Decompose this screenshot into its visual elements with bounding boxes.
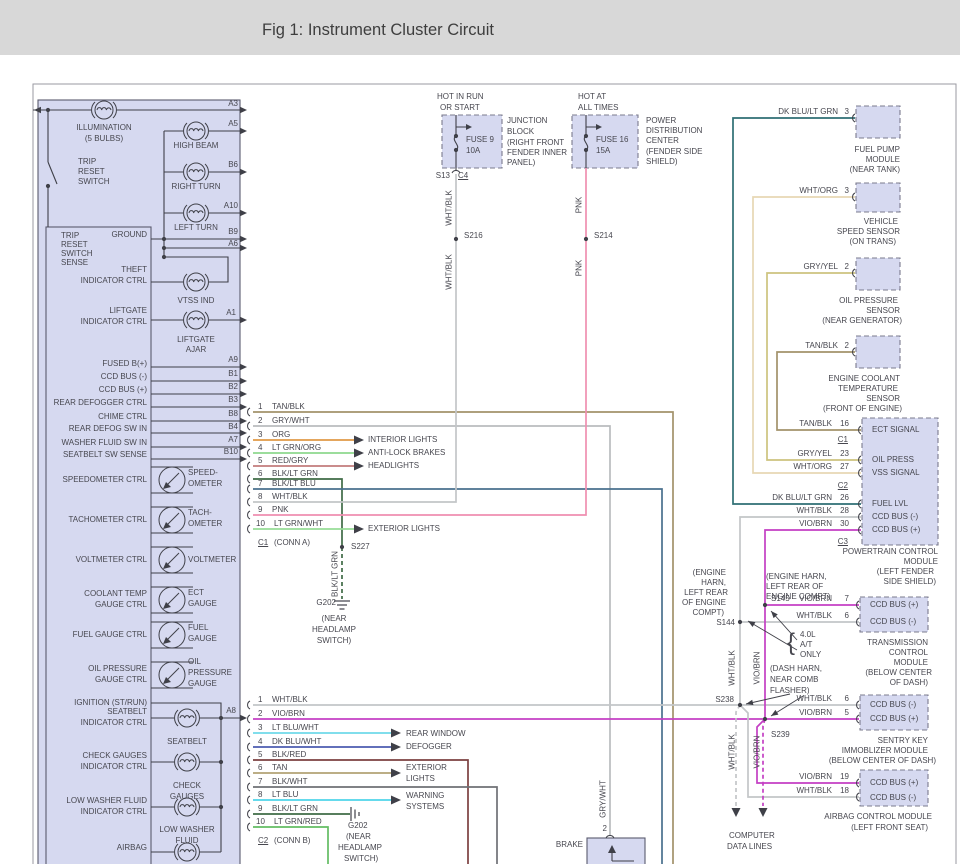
destination-arrow-icon: [391, 743, 401, 752]
splice-dot: [219, 760, 223, 764]
connector-pin-icon: [248, 498, 250, 506]
connector-pin-icon: [248, 810, 250, 818]
wire-data-line-wht-blk: [736, 705, 740, 806]
splice-dot: [219, 805, 223, 809]
splice-dot: [340, 545, 344, 549]
connector-pin-icon: [248, 823, 250, 831]
vehicle-speed-sensor-box: [856, 183, 900, 212]
down-arrow-icon: [732, 808, 741, 817]
diagram-canvas: [0, 0, 960, 864]
connector-pin-icon: [452, 171, 460, 173]
destination-arrow-icon: [354, 525, 364, 534]
pin-exit-arrow-icon: [240, 391, 247, 397]
destination-arrow-icon: [391, 796, 401, 805]
connector-pin-icon: [248, 525, 250, 533]
pin-exit-arrow-icon: [240, 715, 247, 721]
junction-block-box: [442, 115, 502, 168]
wiring-diagram-page: Fig 1: Instrument Cluster Circuit ILLUMI…: [0, 0, 960, 864]
splice-dot: [584, 134, 588, 138]
airbag-control-module-box: [860, 770, 928, 806]
splice-dot: [584, 237, 588, 241]
wire-c2-pin5-blk-red: [253, 760, 468, 864]
destination-arrow-icon: [391, 729, 401, 738]
wire-ccd-bus-neg-wht-blk: [740, 517, 861, 705]
connector-pin-icon: [248, 475, 250, 483]
pin-exit-arrow-icon: [240, 210, 247, 216]
pin-exit-arrow-icon: [240, 364, 247, 370]
powertrain-control-module-box: [862, 418, 938, 545]
connector-pin-icon: [248, 743, 250, 751]
pin-exit-arrow-icon: [240, 378, 247, 384]
engine-coolant-temp-sensor-box: [856, 336, 900, 368]
wire-c2-pin7-blk-wht: [253, 787, 497, 864]
pin-exit-arrow-icon: [240, 456, 247, 462]
wire-c1-pin2-gry-wht: [253, 426, 610, 836]
destination-arrow-icon: [354, 449, 364, 458]
destination-arrow-icon: [391, 769, 401, 778]
pin-exit-arrow-icon: [240, 430, 247, 436]
wire-c2-pin10-lt-grn-red: [253, 827, 328, 864]
power-distribution-center-box: [572, 115, 638, 168]
wire-vss-wht-org: [753, 197, 861, 473]
wire-ccd-bus-pos-vio-brn: [765, 530, 861, 719]
brake-box: [587, 838, 645, 864]
splice-dot: [763, 717, 767, 721]
splice-dot: [46, 108, 50, 112]
pin-exit-arrow-icon: [240, 317, 247, 323]
connector-pin-icon: [248, 422, 250, 430]
ground-icon: [334, 601, 350, 609]
destination-arrow-icon: [354, 436, 364, 445]
connector-pin-icon: [248, 769, 250, 777]
fuel-pump-module-box: [856, 106, 900, 138]
splice-dot: [454, 237, 458, 241]
pin-exit-arrow-icon: [240, 404, 247, 410]
connector-pin-icon: [248, 485, 250, 493]
wire-oil-press-gry-yel: [767, 273, 861, 460]
connector-pin-icon: [248, 449, 250, 457]
splice-dot: [763, 603, 767, 607]
wire-data-line-vio-brn: [763, 719, 765, 806]
figure-title: Fig 1: Instrument Cluster Circuit: [262, 21, 494, 40]
cluster-inner-box: [46, 227, 151, 864]
splice-dot: [162, 246, 166, 250]
connector-pin-icon: [248, 436, 250, 444]
splice-dot: [162, 255, 166, 259]
pin-exit-arrow-icon: [240, 245, 247, 251]
splice-dot: [454, 134, 458, 138]
down-arrow-icon: [759, 808, 768, 817]
destination-arrow-icon: [354, 462, 364, 471]
wire-c1-pin9-pnk: [253, 168, 586, 515]
callout-arrow-icon: [771, 710, 778, 716]
splice-dot: [46, 184, 50, 188]
connector-pin-icon: [248, 756, 250, 764]
connector-pin-icon: [248, 729, 250, 737]
wire-airbag-ccd-pos: [757, 719, 859, 783]
splice-dot: [219, 716, 223, 720]
oil-pressure-sensor-box: [856, 258, 900, 290]
connector-pin-icon: [248, 462, 250, 470]
transmission-control-module-box: [860, 597, 928, 632]
splice-dot: [454, 148, 458, 152]
connector-pin-icon: [248, 408, 250, 416]
pin-exit-arrow-icon: [240, 444, 247, 450]
connector-pin-icon: [248, 796, 250, 804]
splice-dot: [162, 237, 166, 241]
splice-dot: [738, 703, 742, 707]
connector-pin-icon: [248, 715, 250, 723]
connector-pin-icon: [248, 511, 250, 519]
splice-dot: [584, 148, 588, 152]
pin-exit-arrow-icon: [240, 418, 247, 424]
ground-icon: [351, 807, 359, 821]
sentry-key-module-box: [860, 695, 928, 730]
connector-pin-icon: [248, 783, 250, 791]
callout-line: [748, 621, 797, 650]
splice-dot: [738, 620, 742, 624]
wire-ect-tan-blk: [777, 352, 861, 430]
pin-exit-arrow-icon: [240, 169, 247, 175]
pin-exit-arrow-icon: [240, 236, 247, 242]
connector-pin-icon: [248, 701, 250, 709]
pin-exit-arrow-icon: [240, 128, 247, 134]
wire-c1-pin7-blk-lt-blu: [253, 489, 662, 864]
pin-exit-arrow-icon: [240, 107, 247, 113]
